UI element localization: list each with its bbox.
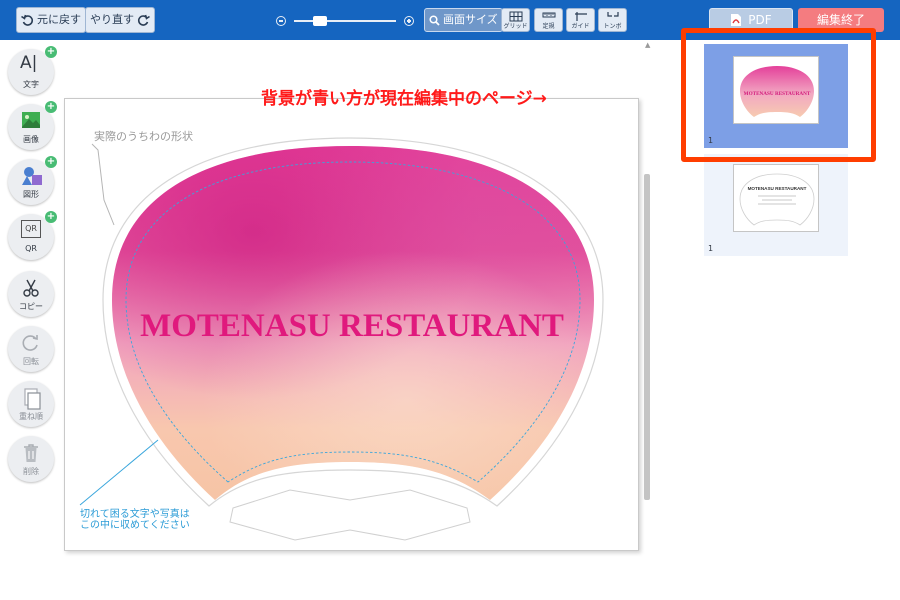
handle-outline bbox=[229, 489, 471, 541]
safe-area-label: 切れて困る文字や写真は この中に収めてください bbox=[80, 509, 210, 531]
safe-label-leader bbox=[79, 439, 159, 506]
editor-screen: 元に戻す やり直す 画面サイズ グリッド 定規 ガイド トンボ PDF 編集終了… bbox=[0, 0, 900, 600]
design-title[interactable]: MOTENASU RESTAURANT bbox=[140, 308, 564, 344]
page-thumbnail-back[interactable]: MOTENASU RESTAURANT 1 bbox=[704, 154, 848, 256]
thumbnail-title-2: MOTENASU RESTAURANT bbox=[748, 186, 807, 191]
safe-area-line-1: 切れて困る文字や写真は bbox=[80, 509, 190, 520]
current-page-highlight bbox=[681, 28, 876, 162]
thumbnail-preview-2: MOTENASU RESTAURANT bbox=[739, 173, 815, 226]
safe-area-line-2: この中に収めてください bbox=[80, 520, 190, 531]
shape-outline-label: 実際のうちわの形状 bbox=[94, 130, 193, 143]
shape-label-leader bbox=[91, 143, 115, 226]
thumbnail-sheet: MOTENASU RESTAURANT bbox=[733, 164, 819, 232]
page-number-2: 1 bbox=[708, 244, 714, 253]
annotation-notice: 背景が青い方が現在編集中のページ→ bbox=[261, 89, 547, 109]
